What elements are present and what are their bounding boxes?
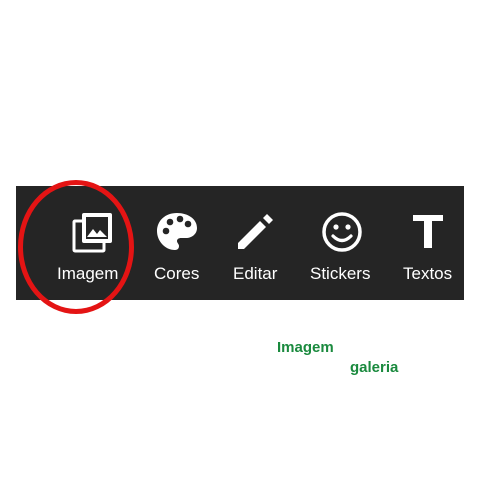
toolbar-item-label: Cores	[154, 264, 200, 283]
palette-icon	[153, 208, 201, 256]
toolbar-item-imagem[interactable]: Imagem	[56, 186, 146, 300]
photo-library-icon	[69, 208, 117, 256]
smiley-icon	[318, 208, 366, 256]
editor-toolbar: Imagem Cores Editar Stickers Textos	[16, 186, 464, 300]
caption-imagem: Imagem	[277, 339, 334, 356]
toolbar-item-cores[interactable]: Cores	[137, 186, 217, 300]
toolbar-item-label: Imagem	[57, 264, 119, 283]
toolbar-item-label: Textos	[403, 264, 453, 283]
toolbar-item-editar[interactable]: Editar	[215, 186, 295, 300]
toolbar-item-textos[interactable]: Textos	[389, 186, 469, 300]
toolbar-item-stickers[interactable]: Stickers	[301, 186, 383, 300]
pencil-icon	[231, 208, 279, 256]
toolbar-item-label: Editar	[233, 264, 278, 283]
caption-galeria: galeria	[350, 359, 399, 376]
toolbar-item-label: Stickers	[310, 264, 371, 283]
text-t-icon	[404, 208, 452, 256]
